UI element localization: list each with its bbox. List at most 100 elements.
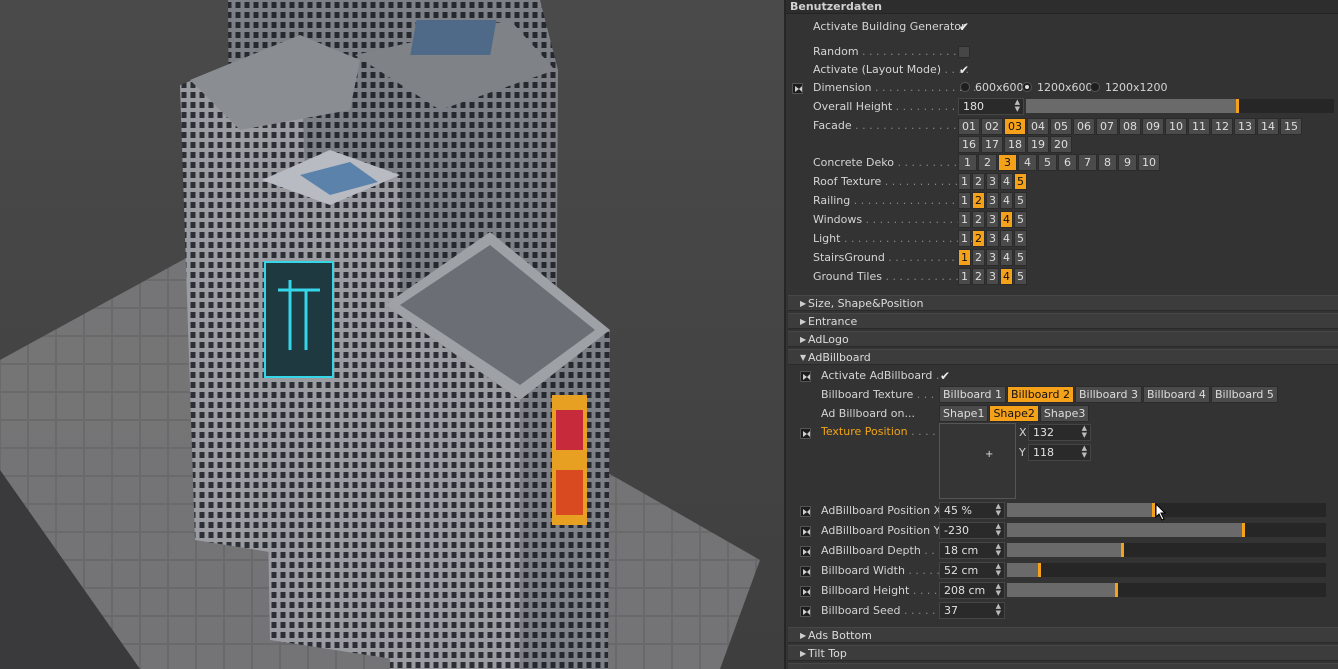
keyframe-icon[interactable] xyxy=(800,606,811,617)
facade-option[interactable]: 12 xyxy=(1211,118,1233,135)
dimension-radio-1200x1200[interactable] xyxy=(1090,82,1100,92)
height-slider[interactable] xyxy=(1007,583,1326,597)
keyframe-icon[interactable] xyxy=(800,506,811,517)
roof-texture-option[interactable]: 1 xyxy=(958,173,971,190)
activate-adbillboard-checkbox[interactable]: ✔ xyxy=(939,370,951,382)
concrete-deko-option[interactable]: 6 xyxy=(1058,154,1077,171)
facade-option[interactable]: 01 xyxy=(958,118,980,135)
concrete-deko-option[interactable]: 5 xyxy=(1038,154,1057,171)
facade-option[interactable]: 16 xyxy=(958,136,980,153)
concrete-deko-option[interactable]: 1 xyxy=(958,154,977,171)
keyframe-icon[interactable] xyxy=(800,586,811,597)
depth-slider[interactable] xyxy=(1007,543,1326,557)
roof-texture-option[interactable]: 5 xyxy=(1014,173,1027,190)
width-slider[interactable] xyxy=(1007,563,1326,577)
width-input[interactable]: 52 cm ▲ ▼ xyxy=(939,562,1005,579)
section-ads-bottom[interactable]: ▶ Ads Bottom xyxy=(788,627,1338,643)
billboard-texture-option[interactable]: Billboard 4 xyxy=(1142,386,1210,403)
roof-texture-option[interactable]: 3 xyxy=(986,173,999,190)
keyframe-icon[interactable] xyxy=(792,83,803,94)
windows-option[interactable]: 1 xyxy=(958,211,971,228)
roof-texture-option[interactable]: 4 xyxy=(1000,173,1013,190)
slider-handle[interactable] xyxy=(1121,543,1124,557)
section-entrance[interactable]: ▶ Entrance xyxy=(788,313,1338,329)
position-x-input[interactable]: 45 % ▲ ▼ xyxy=(939,502,1005,519)
texture-y-input[interactable]: 118 ▲ ▼ xyxy=(1028,444,1091,461)
railing-option[interactable]: 3 xyxy=(986,192,999,209)
light-option[interactable]: 5 xyxy=(1014,230,1027,247)
position-y-input[interactable]: -230 ▲ ▼ xyxy=(939,522,1005,539)
stairs-ground-option[interactable]: 5 xyxy=(1014,249,1027,266)
random-checkbox[interactable] xyxy=(958,46,970,58)
billboard-texture-option[interactable]: Billboard 3 xyxy=(1074,386,1142,403)
billboard-texture-option[interactable]: Billboard 2 xyxy=(1006,386,1074,403)
facade-option[interactable]: 13 xyxy=(1234,118,1256,135)
concrete-deko-option[interactable]: 7 xyxy=(1078,154,1097,171)
concrete-deko-option[interactable]: 4 xyxy=(1018,154,1037,171)
keyframe-icon[interactable] xyxy=(800,526,811,537)
slider-handle[interactable] xyxy=(1115,583,1118,597)
overall-height-input[interactable]: 180 ▲ ▼ xyxy=(958,98,1024,115)
railing-option[interactable]: 5 xyxy=(1014,192,1027,209)
facade-option[interactable]: 18 xyxy=(1004,136,1026,153)
3d-viewport[interactable] xyxy=(0,0,784,669)
facade-option[interactable]: 06 xyxy=(1073,118,1095,135)
slider-handle[interactable] xyxy=(1242,523,1245,537)
overall-height-slider[interactable] xyxy=(1026,99,1334,113)
light-option[interactable]: 1 xyxy=(958,230,971,247)
ground-tiles-option[interactable]: 5 xyxy=(1014,268,1027,285)
facade-option[interactable]: 05 xyxy=(1050,118,1072,135)
section-tilt-top[interactable]: ▶ Tilt Top xyxy=(788,645,1338,661)
section-size-shape[interactable]: ▶ Size, Shape&Position xyxy=(788,295,1338,311)
texture-position-pad[interactable]: + xyxy=(939,423,1016,499)
activate-layout-checkbox[interactable]: ✔ xyxy=(958,64,970,76)
stairs-ground-option[interactable]: 4 xyxy=(1000,249,1013,266)
facade-option[interactable]: 15 xyxy=(1280,118,1302,135)
concrete-deko-option[interactable]: 3 xyxy=(998,154,1017,171)
height-input[interactable]: 208 cm ▲ ▼ xyxy=(939,582,1005,599)
slider-handle[interactable] xyxy=(1038,563,1041,577)
facade-option[interactable]: 09 xyxy=(1142,118,1164,135)
facade-option[interactable]: 08 xyxy=(1119,118,1141,135)
stairs-ground-option[interactable]: 1 xyxy=(958,249,971,266)
facade-option[interactable]: 14 xyxy=(1257,118,1279,135)
roof-texture-option[interactable]: 2 xyxy=(972,173,985,190)
windows-option[interactable]: 3 xyxy=(986,211,999,228)
facade-option[interactable]: 17 xyxy=(981,136,1003,153)
facade-option[interactable]: 02 xyxy=(981,118,1003,135)
section-adbillboard[interactable]: ▼ AdBillboard xyxy=(788,349,1338,365)
windows-option[interactable]: 5 xyxy=(1014,211,1027,228)
billboard-texture-option[interactable]: Billboard 5 xyxy=(1210,386,1278,403)
concrete-deko-option[interactable]: 8 xyxy=(1098,154,1117,171)
dimension-radio-1200x600[interactable] xyxy=(1022,82,1032,92)
activate-generator-checkbox[interactable]: ✔ xyxy=(958,21,970,33)
slider-handle[interactable] xyxy=(1236,99,1239,113)
keyframe-icon[interactable] xyxy=(800,371,811,382)
keyframe-icon[interactable] xyxy=(800,566,811,577)
billboard-shape-option[interactable]: Shape2 xyxy=(989,405,1039,422)
facade-option[interactable]: 11 xyxy=(1188,118,1210,135)
facade-option[interactable]: 03 xyxy=(1004,118,1026,135)
ground-tiles-option[interactable]: 1 xyxy=(958,268,971,285)
ground-tiles-option[interactable]: 3 xyxy=(986,268,999,285)
stairs-ground-option[interactable]: 2 xyxy=(972,249,985,266)
billboard-shape-option[interactable]: Shape3 xyxy=(1039,405,1090,422)
railing-option[interactable]: 4 xyxy=(1000,192,1013,209)
facade-option[interactable]: 04 xyxy=(1027,118,1049,135)
concrete-deko-option[interactable]: 10 xyxy=(1138,154,1160,171)
position-y-slider[interactable] xyxy=(1007,523,1326,537)
section-adlogo[interactable]: ▶ AdLogo xyxy=(788,331,1338,347)
texture-x-input[interactable]: 132 ▲ ▼ xyxy=(1028,424,1091,441)
stairs-ground-option[interactable]: 3 xyxy=(986,249,999,266)
keyframe-icon[interactable] xyxy=(800,546,811,557)
dimension-radio-600x600[interactable] xyxy=(960,82,970,92)
windows-option[interactable]: 4 xyxy=(1000,211,1013,228)
concrete-deko-option[interactable]: 2 xyxy=(978,154,997,171)
depth-input[interactable]: 18 cm ▲ ▼ xyxy=(939,542,1005,559)
light-option[interactable]: 2 xyxy=(972,230,985,247)
keyframe-icon[interactable] xyxy=(800,428,811,439)
facade-option[interactable]: 20 xyxy=(1050,136,1072,153)
light-option[interactable]: 4 xyxy=(1000,230,1013,247)
section-collapsed[interactable]: ▶ xyxy=(788,663,1338,669)
ground-tiles-option[interactable]: 4 xyxy=(1000,268,1013,285)
